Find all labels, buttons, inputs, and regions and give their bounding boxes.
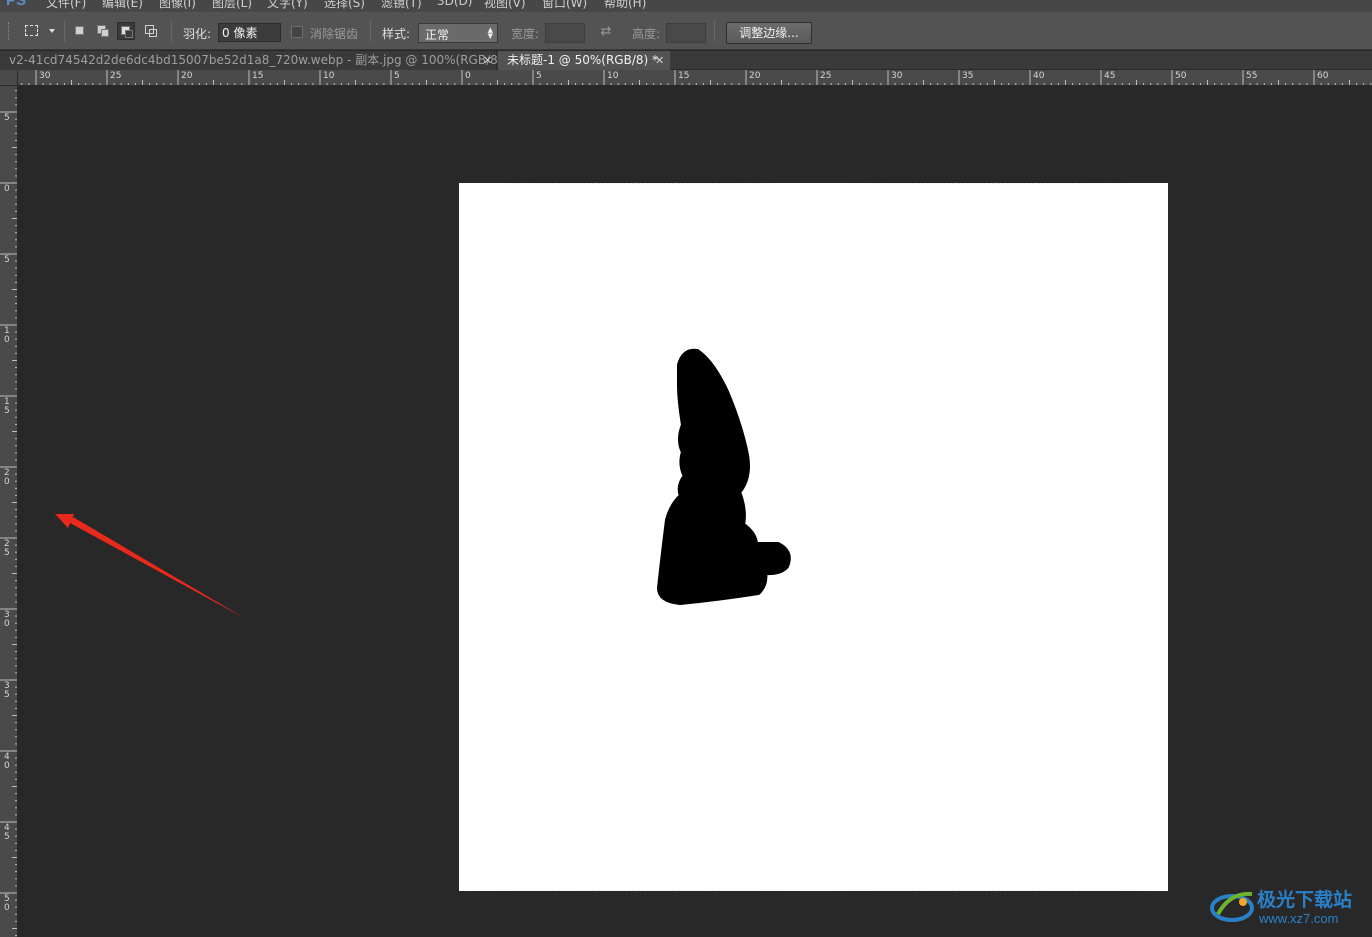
watermark-title: 极光下载站 (1257, 889, 1353, 911)
watermark: 极光下载站 www.xz7.com (1210, 882, 1370, 932)
watermark-logo-icon (1210, 891, 1254, 922)
watermark-url: www.xz7.com (1259, 911, 1339, 926)
annotation-arrow-icon (55, 514, 246, 619)
